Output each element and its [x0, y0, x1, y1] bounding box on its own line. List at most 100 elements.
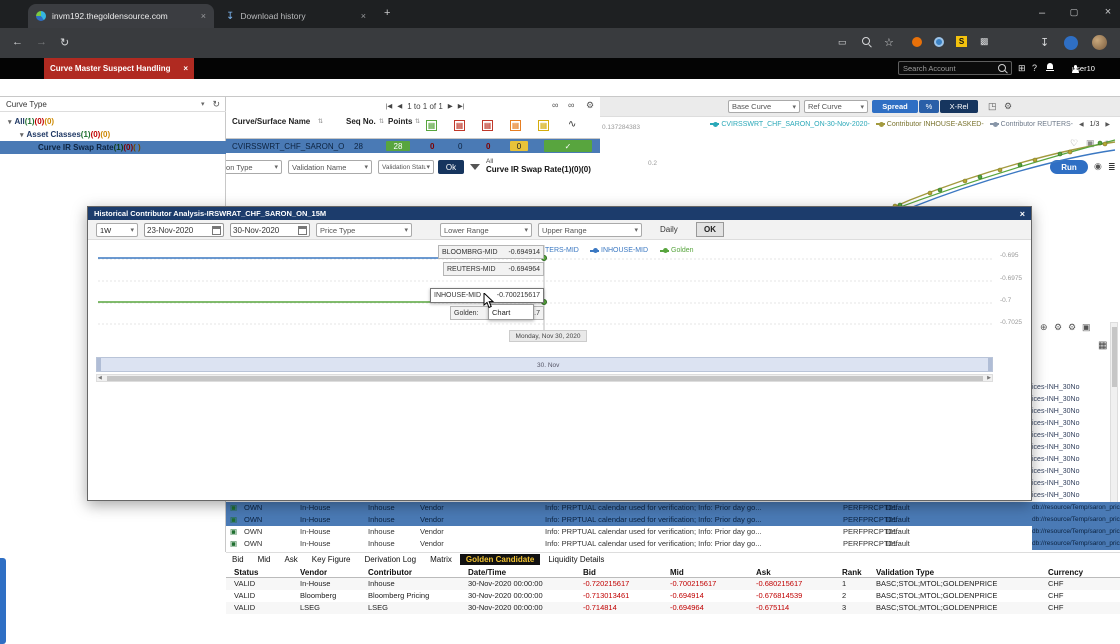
- row-select-icon[interactable]: ▣: [230, 539, 237, 548]
- legend-item[interactable]: Contributor INHOUSE-ASKED-: [875, 121, 984, 128]
- col-currency[interactable]: Currency: [1048, 568, 1083, 577]
- profile-avatar[interactable]: [1092, 35, 1107, 50]
- tab-ask[interactable]: Ask: [278, 554, 303, 565]
- side-panel-handle[interactable]: [0, 558, 6, 644]
- table-icon[interactable]: ▦: [1098, 340, 1107, 351]
- sort-icon[interactable]: ⇅: [318, 118, 323, 125]
- percent-button[interactable]: %: [919, 100, 939, 113]
- last-page-icon[interactable]: ▶|: [458, 102, 465, 110]
- gear-icon[interactable]: ⚙: [1004, 101, 1012, 112]
- upper-range-select[interactable]: Upper Range ▾: [538, 223, 642, 237]
- filter-funnel-icon[interactable]: [470, 164, 480, 170]
- col-bid[interactable]: Bid: [583, 568, 596, 577]
- history-legend-inhouse[interactable]: INHOUSE-MID: [590, 247, 648, 254]
- browser-tab-downloads[interactable]: ↧ Download history ×: [218, 4, 374, 28]
- scrollbar-thumb[interactable]: [107, 376, 983, 381]
- refresh-icon[interactable]: ↻: [60, 36, 69, 49]
- history-legend-golden[interactable]: Golden: [660, 247, 694, 254]
- col-contributor[interactable]: Contributor: [368, 568, 412, 577]
- back-icon[interactable]: ←: [12, 36, 23, 48]
- xrel-button[interactable]: X-Rel: [940, 100, 978, 113]
- col-rank[interactable]: Rank: [842, 568, 862, 577]
- col-status[interactable]: Status: [234, 568, 258, 577]
- tree-item-all[interactable]: ▾ All (1) (0) (0): [0, 115, 226, 128]
- next-page-icon[interactable]: ▶: [448, 102, 453, 110]
- tree-expand-icon[interactable]: ▾: [20, 131, 24, 139]
- col-ask[interactable]: Ask: [756, 568, 771, 577]
- sort-icon[interactable]: ⇅: [379, 118, 384, 125]
- extension-s-icon[interactable]: S: [956, 36, 967, 47]
- horizontal-scrollbar[interactable]: ◀ ▶: [96, 374, 993, 382]
- gear2-icon[interactable]: ⚙: [1068, 322, 1076, 333]
- column-header-points[interactable]: Points: [388, 117, 412, 126]
- gear-icon[interactable]: ⚙: [1054, 322, 1062, 333]
- range-handle-right[interactable]: [988, 358, 992, 371]
- suspect-grid-row[interactable]: ▣ OWN In-House Inhouse Vendor Info: PRPT…: [226, 514, 1120, 526]
- tab-close-icon[interactable]: ×: [201, 11, 206, 21]
- window-maximize-button[interactable]: ▢: [1062, 7, 1086, 18]
- sort-icon[interactable]: ⇅: [415, 118, 420, 125]
- tab-key-figure[interactable]: Key Figure: [306, 554, 357, 565]
- price-type-select[interactable]: Price Type ▾: [316, 223, 412, 237]
- reject-count-column-icon[interactable]: ▦: [482, 120, 493, 131]
- legend-item[interactable]: Contributor REUTERS-: [989, 121, 1073, 128]
- tab-mid[interactable]: Mid: [252, 554, 277, 565]
- range-handle-left[interactable]: [97, 358, 101, 371]
- calendar-icon[interactable]: [298, 225, 307, 235]
- ok-button[interactable]: Ok: [438, 160, 464, 174]
- suspect-grid-row[interactable]: ▣ OWN In-House Inhouse Vendor Info: PRPT…: [226, 502, 1120, 514]
- apps-grid-icon[interactable]: ⊞: [1018, 63, 1026, 74]
- col-validation-type[interactable]: Validation Type: [876, 568, 934, 577]
- refresh-icon[interactable]: ↻: [212, 99, 220, 110]
- downloads-icon[interactable]: ↧: [1040, 36, 1049, 49]
- suspect-grid-row[interactable]: ▣ OWN In-House Inhouse Vendor Info: PRPT…: [226, 526, 1120, 538]
- chart-column-icon[interactable]: ∿: [568, 119, 576, 130]
- curve-type-header[interactable]: Curve Type ▾ ↻: [0, 97, 226, 112]
- calendar-icon[interactable]: [212, 225, 221, 235]
- suspect-grid-row[interactable]: ▣ OWN In-House Inhouse Vendor Info: PRPT…: [226, 538, 1120, 550]
- table-row[interactable]: VALID In-House Inhouse 30-Nov-2020 00:00…: [226, 578, 1120, 590]
- tab-derivation-log[interactable]: Derivation Log: [358, 554, 422, 565]
- valid-count-column-icon[interactable]: ▦: [426, 120, 437, 131]
- scroll-left-icon[interactable]: ◀: [98, 375, 102, 381]
- col-mid[interactable]: Mid: [670, 568, 684, 577]
- lower-range-select[interactable]: Lower Range ▾: [440, 223, 532, 237]
- link2-icon[interactable]: ∞: [568, 100, 574, 110]
- browser-app-icon[interactable]: [1064, 36, 1078, 50]
- tab-bid[interactable]: Bid: [226, 554, 250, 565]
- tab-golden-candidate[interactable]: Golden Candidate: [459, 553, 541, 565]
- error-count-column-icon[interactable]: ▦: [454, 120, 465, 131]
- extensions-puzzle-icon[interactable]: ▩: [980, 36, 989, 47]
- gear-icon[interactable]: ⚙: [586, 100, 594, 111]
- period-select[interactable]: 1W ▾: [96, 223, 138, 237]
- daily-label[interactable]: Daily: [660, 225, 678, 234]
- row-select-icon[interactable]: ▣: [230, 527, 237, 536]
- dialog-close-icon[interactable]: ×: [1020, 209, 1025, 219]
- window-minimize-button[interactable]: –: [1030, 7, 1054, 19]
- add-icon[interactable]: ⊕: [1040, 322, 1048, 333]
- validation-status-select[interactable]: Validation Status ▾: [378, 160, 434, 174]
- base-curve-select[interactable]: Base Curve ▾: [728, 100, 800, 113]
- tab-close-icon[interactable]: ×: [361, 11, 366, 21]
- split-screen-icon[interactable]: ▭: [838, 37, 847, 48]
- bookmark-star-icon[interactable]: ☆: [884, 36, 894, 49]
- column-header-seq[interactable]: Seq No.: [346, 117, 376, 126]
- ref-curve-select[interactable]: Ref Curve ▾: [804, 100, 868, 113]
- search-icon[interactable]: [862, 37, 871, 46]
- dialog-titlebar[interactable]: Historical Contributor Analysis-IRSWRAT_…: [88, 207, 1031, 220]
- curve-table-row[interactable]: CVIRSSWRT_CHF_SARON_ON 28 28 0 0 0 0 ✓: [226, 139, 600, 153]
- scroll-right-icon[interactable]: ▶: [987, 375, 991, 381]
- spread-button[interactable]: Spread: [872, 100, 918, 113]
- from-date-field[interactable]: 23-Nov-2020: [144, 223, 224, 237]
- copy-icon[interactable]: ▣: [1082, 322, 1091, 333]
- notifications-bell-icon[interactable]: [1046, 63, 1054, 72]
- to-date-field[interactable]: 30-Nov-2020: [230, 223, 310, 237]
- new-tab-button[interactable]: +: [384, 7, 390, 19]
- warn-count-column-icon[interactable]: ▦: [538, 120, 549, 131]
- account-search-field[interactable]: Search Account: [898, 61, 1012, 75]
- prev-page-icon[interactable]: ◀: [397, 102, 402, 110]
- help-icon[interactable]: ?: [1032, 63, 1037, 73]
- tree-item-curve-ir-swap-rate[interactable]: Curve IR Swap Rate (1) (0)( ): [0, 141, 226, 154]
- forward-icon[interactable]: →: [36, 36, 47, 48]
- browser-tab-active[interactable]: invm192.thegoldensource.com ×: [28, 4, 214, 28]
